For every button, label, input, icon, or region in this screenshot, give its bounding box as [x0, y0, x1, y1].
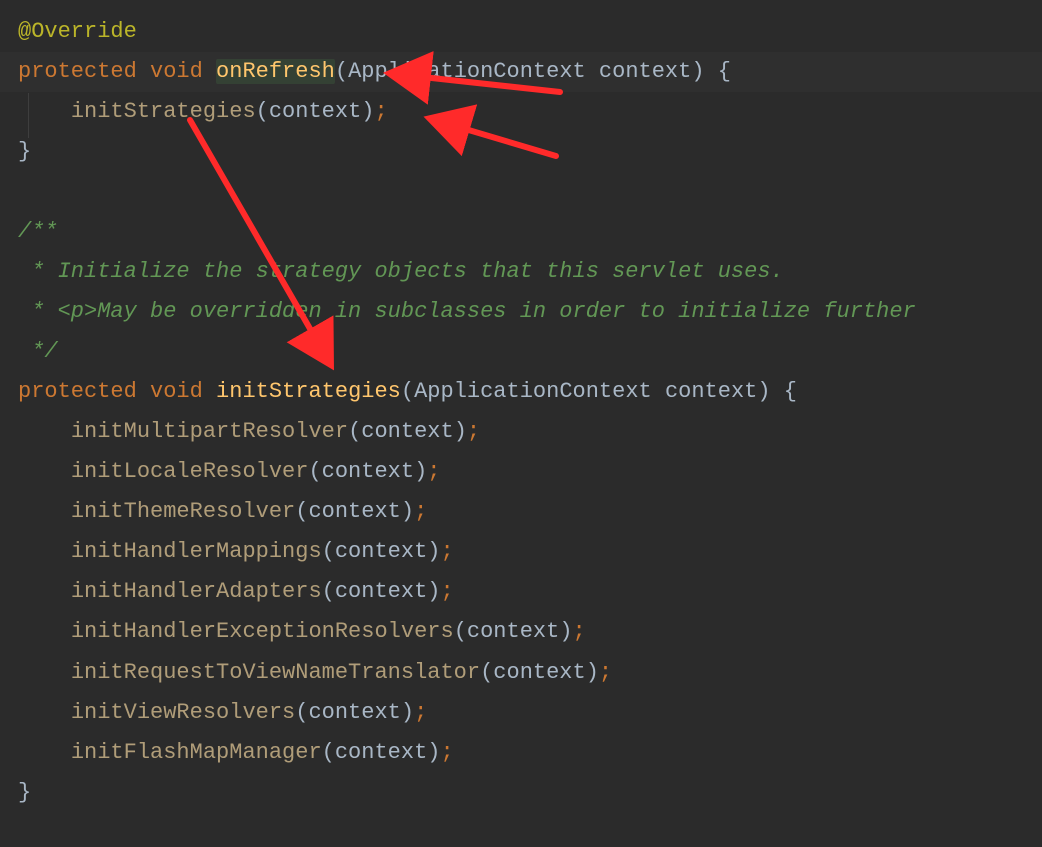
override-annotation: @Override — [18, 19, 137, 44]
javadoc-line2: May be overridden in subclasses in order… — [97, 299, 916, 324]
init-call: initRequestToViewNameTranslator — [71, 660, 480, 685]
init-call: initViewResolvers — [71, 700, 295, 725]
init-call: initHandlerExceptionResolvers — [71, 619, 454, 644]
init-call: initThemeResolver — [71, 499, 295, 524]
init-call: initMultipartResolver — [71, 419, 348, 444]
javadoc-line1: Initialize the strategy objects that thi… — [58, 259, 784, 284]
onrefresh-body-arg: context — [269, 99, 361, 124]
javadoc-open: /** — [18, 219, 58, 244]
code-editor[interactable]: @Override protected void onRefresh(Appli… — [18, 12, 1042, 813]
init-call: initHandlerMappings — [71, 539, 322, 564]
onrefresh-param-name: context — [599, 59, 691, 84]
initstrategies-method-name: initStrategies — [216, 379, 401, 404]
onrefresh-method-name: onRefresh — [216, 59, 335, 84]
onrefresh-body-call: initStrategies — [71, 99, 256, 124]
initstrategies-modifiers: protected void — [18, 379, 203, 404]
initstrategies-param-name: context — [665, 379, 757, 404]
initstrategies-body: initMultipartResolver(context); initLoca… — [18, 419, 612, 764]
javadoc-p-tag: <p> — [58, 299, 98, 324]
onrefresh-modifiers: protected void — [18, 59, 203, 84]
init-call: initLocaleResolver — [71, 459, 309, 484]
initstrategies-param-type: ApplicationContext — [414, 379, 652, 404]
onrefresh-param-type: ApplicationContext — [348, 59, 586, 84]
init-call: initFlashMapManager — [71, 740, 322, 765]
javadoc-close: */ — [18, 339, 58, 364]
init-call: initHandlerAdapters — [71, 579, 322, 604]
